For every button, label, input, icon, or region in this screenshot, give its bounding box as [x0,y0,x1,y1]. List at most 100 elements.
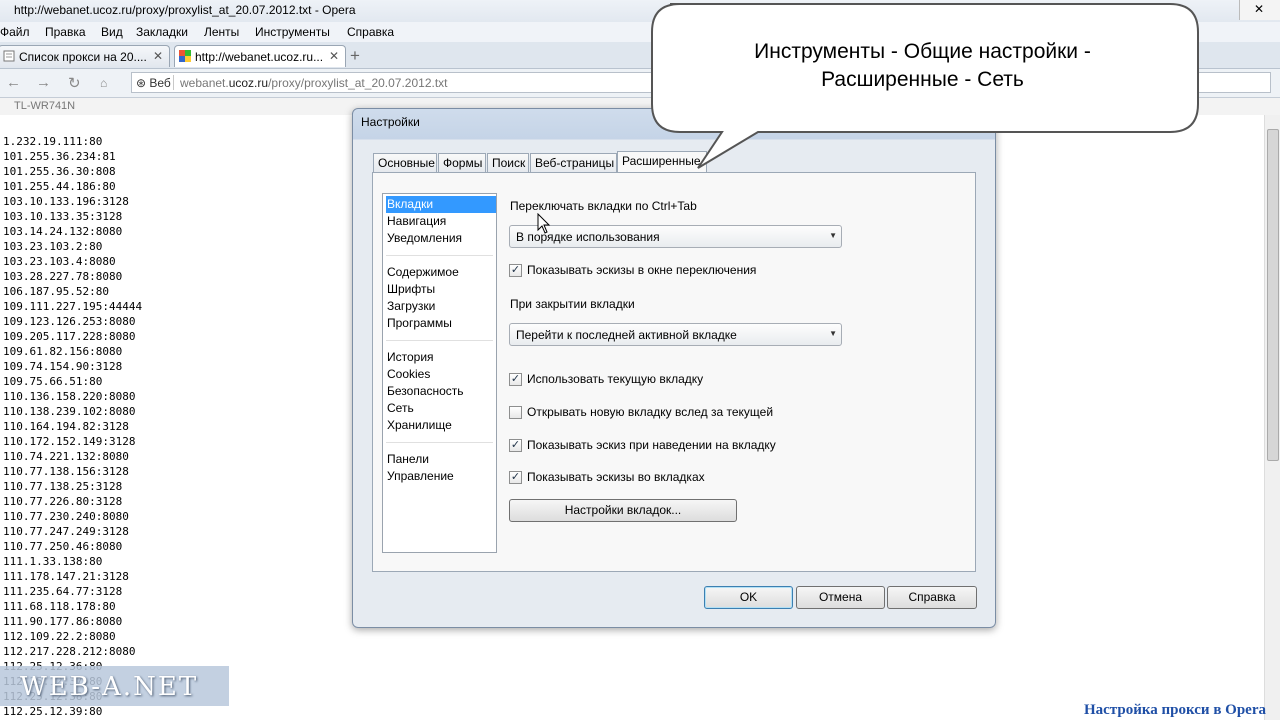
proxy-entry: 112.109.22.2:8080 [3,630,116,643]
tab-thumbnails-checkbox[interactable]: ✓ [509,471,522,484]
hover-thumbnail-label: Показывать эскиз при наведении на вкладк… [527,438,776,452]
category-content[interactable]: Содержимое [386,264,496,281]
reload-icon[interactable]: ↻ [68,74,81,92]
menu-tools[interactable]: Инструменты [255,25,330,39]
tab-close-icon[interactable]: ✕ [153,49,163,63]
close-icon: ✕ [1254,2,1265,16]
hover-thumbnail-checkbox[interactable]: ✓ [509,439,522,452]
category-tabs[interactable]: Вкладки [386,196,496,213]
proxy-entry: 103.14.24.132:8080 [3,225,123,238]
menu-bookmarks[interactable]: Закладки [136,25,188,39]
chevron-down-icon: ▼ [829,231,837,240]
category-fonts[interactable]: Шрифты [386,281,496,298]
add-tab-icon[interactable]: + [350,46,360,66]
tab-forms[interactable]: Формы [438,153,486,173]
url-host: ucoz.ru [228,76,269,90]
home-icon[interactable]: ⌂ [100,76,107,90]
ok-button[interactable]: OK [704,586,793,609]
show-thumbnails-switch-checkbox[interactable]: ✓ [509,264,522,277]
menu-edit[interactable]: Правка [45,25,86,39]
proxy-entry: 110.77.230.240:8080 [3,510,129,523]
category-toolbars[interactable]: Панели [386,451,496,468]
tab-search[interactable]: Поиск [487,153,529,173]
proxy-entry: 111.1.33.138:80 [3,555,103,568]
proxy-entry: 112.217.228.212:8080 [3,645,136,658]
proxy-entry: 111.90.177.86:8080 [3,615,123,628]
open-next-checkbox[interactable] [509,406,522,419]
category-divider [386,442,493,443]
watermark-text: WEB-A.NET [20,672,199,702]
chevron-down-icon: ▼ [829,329,837,338]
cancel-button[interactable]: Отмена [796,586,885,609]
ctrl-tab-select[interactable]: В порядке использования ▼ [509,225,842,248]
proxy-entry: 110.77.138.25:3128 [3,480,123,493]
video-caption: Настройка прокси в Opera [1083,702,1266,718]
category-cookies[interactable]: Cookies [386,366,496,383]
bookmark-item[interactable]: TL-WR741N [14,100,75,112]
close-window-button[interactable]: ✕ [1239,0,1280,20]
proxy-entry: 110.77.250.46:8080 [3,540,123,553]
proxy-entry: 109.75.66.51:80 [3,375,103,388]
menu-view[interactable]: Вид [101,25,123,39]
back-icon[interactable]: ← [6,74,21,91]
category-storage[interactable]: Хранилище [386,417,496,434]
watermark-logo: WEB-A.NET [0,666,229,706]
category-list[interactable]: Вкладки Навигация Уведомления Содержимое… [382,193,497,553]
proxy-entry: 103.28.227.78:8080 [3,270,123,283]
web-badge-label: Веб [149,76,171,90]
page-scrollbar[interactable] [1264,115,1280,720]
category-history[interactable]: История [386,349,496,366]
menu-feeds[interactable]: Ленты [204,25,239,39]
category-divider [386,340,493,341]
scrollbar-thumb[interactable] [1267,129,1279,461]
proxy-entry: 109.74.154.90:3128 [3,360,123,373]
menu-file[interactable]: Файл [0,25,30,39]
window-title: http://webanet.ucoz.ru/proxy/proxylist_a… [14,3,356,17]
open-next-label: Открывать новую вкладку вслед за текущей [527,405,774,419]
forward-icon[interactable]: → [36,74,51,91]
show-thumbnails-switch-label: Показывать эскизы в окне переключения [527,263,757,277]
category-downloads[interactable]: Загрузки [386,298,496,315]
use-current-tab-checkbox[interactable]: ✓ [509,373,522,386]
tab-label: Список прокси на 20.... [19,50,147,64]
proxy-entry: 111.235.64.77:3128 [3,585,123,598]
category-network[interactable]: Сеть [386,400,496,417]
tab-web-pages[interactable]: Веб-страницы [530,153,617,173]
on-close-value: Перейти к последней активной вкладке [516,328,737,342]
proxy-entry: 101.255.44.186:80 [3,180,116,193]
tab-thumbnails-label: Показывать эскизы во вкладках [527,470,705,484]
tab-close-icon[interactable]: ✕ [329,49,339,63]
help-button[interactable]: Справка [887,586,977,609]
site-favicon-icon [179,50,191,62]
proxy-entry: 1.232.19.111:80 [3,135,103,148]
browser-tab-proxy-list[interactable]: Список прокси на 20.... ✕ [0,45,170,67]
category-notifications[interactable]: Уведомления [386,230,496,247]
tab-label: http://webanet.ucoz.ru... [195,50,324,64]
tab-general[interactable]: Основные [373,153,437,173]
tab-settings-button[interactable]: Настройки вкладок... [509,499,737,522]
proxy-entry: 109.111.227.195:44444 [3,300,143,313]
advanced-panel: Вкладки Навигация Уведомления Содержимое… [372,172,976,572]
use-current-tab-label: Использовать текущую вкладку [527,372,704,386]
category-shortcuts[interactable]: Управление [386,468,496,485]
mouse-cursor-icon [537,213,551,234]
callout-line-2: Расширенные - Сеть [821,68,1024,91]
proxy-entry: 101.255.36.234:81 [3,150,116,163]
web-badge: ⊛ Веб [136,76,171,90]
category-navigation[interactable]: Навигация [386,213,496,230]
proxy-entry: 109.61.82.156:8080 [3,345,123,358]
category-programs[interactable]: Программы [386,315,496,332]
menu-help[interactable]: Справка [347,25,394,39]
browser-tab-webanet[interactable]: http://webanet.ucoz.ru... ✕ [174,45,346,67]
proxy-entry: 110.77.247.249:3128 [3,525,129,538]
on-close-label: При закрытии вкладки [510,297,635,311]
proxy-entry: 106.187.95.52:80 [3,285,109,298]
on-close-select[interactable]: Перейти к последней активной вкладке ▼ [509,323,842,346]
proxy-entry: 103.10.133.196:3128 [3,195,129,208]
proxy-entry: 101.255.36.30:808 [3,165,116,178]
proxy-entry: 103.23.103.4:8080 [3,255,116,268]
category-security[interactable]: Безопасность [386,383,496,400]
category-divider [386,255,493,256]
callout-text: Инструменты - Общие настройки - Расширен… [660,38,1185,94]
proxy-entry: 110.172.152.149:3128 [3,435,136,448]
